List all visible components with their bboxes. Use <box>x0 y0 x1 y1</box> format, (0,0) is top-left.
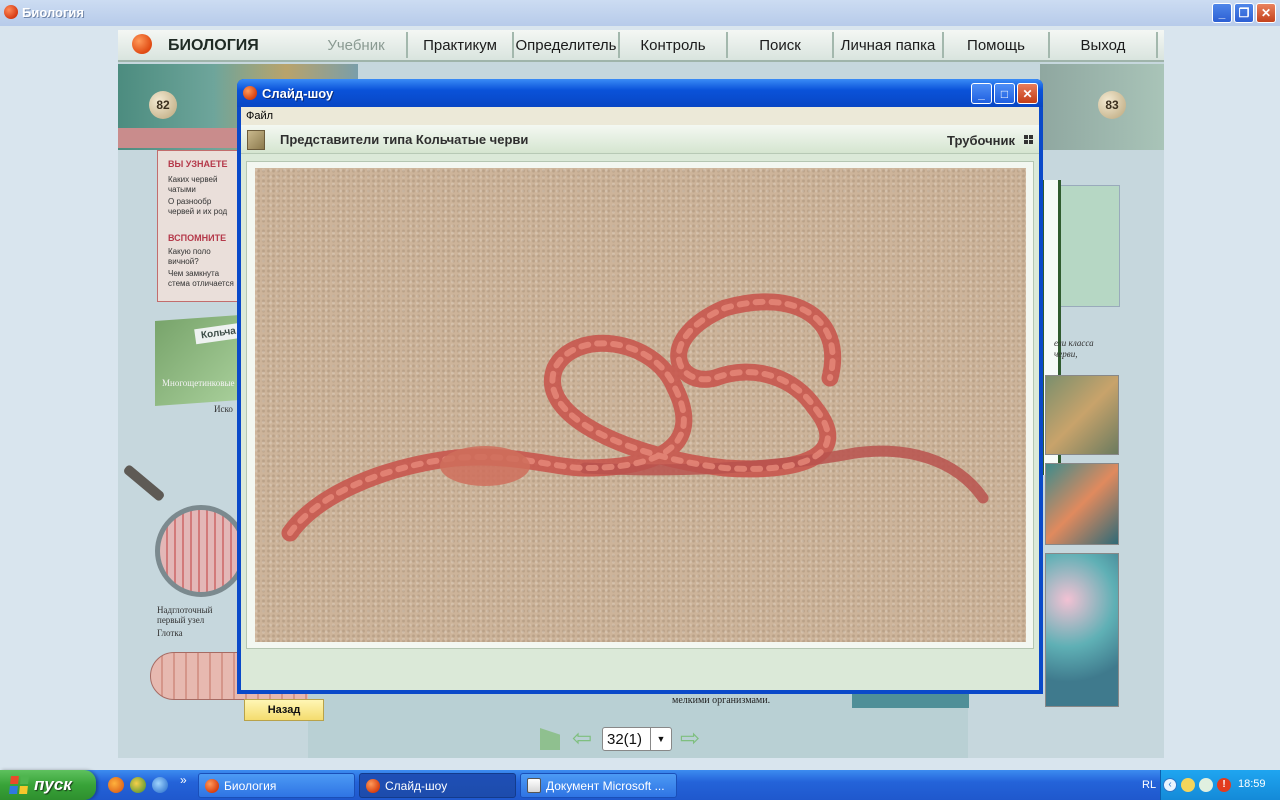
window-title: Биология <box>22 5 84 20</box>
learn-line: Каких червей <box>168 175 218 184</box>
nav-search[interactable]: Поиск <box>728 32 834 58</box>
magnifier-illustration <box>155 505 247 597</box>
taskbar-item-slideshow[interactable]: Слайд-шоу <box>359 773 516 798</box>
right-page-number: 83 <box>1098 91 1126 119</box>
chevron-down-icon[interactable]: ▼ <box>650 728 671 750</box>
taskbar-item-label: Слайд-шоу <box>385 778 448 793</box>
card-small-label: Многощетинковые <box>162 378 235 388</box>
card-small-label: Иско <box>214 404 233 414</box>
volume-icon[interactable] <box>1199 778 1213 792</box>
app-nav-bar: БИОЛОГИЯ Учебник Практикум Определитель … <box>118 30 1164 62</box>
next-page-icon[interactable]: ⇨ <box>680 727 700 751</box>
recall-line: Чем замкнута <box>168 269 220 278</box>
worm-drawing <box>281 293 989 542</box>
nav-control[interactable]: Контроль <box>620 32 728 58</box>
slides-icon <box>247 130 265 150</box>
close-button[interactable]: ✕ <box>1256 3 1276 23</box>
diagram-caption: Глотка <box>157 628 183 638</box>
firefox-icon[interactable] <box>108 777 124 793</box>
close-button[interactable]: ✕ <box>1017 83 1038 104</box>
apple-icon <box>4 5 18 19</box>
tubeworm-photo <box>1045 553 1119 707</box>
apple-icon <box>366 778 380 793</box>
app-brand: БИОЛОГИЯ <box>168 37 259 54</box>
maximize-button[interactable]: □ <box>994 83 1015 104</box>
right-caption-line: ели класса <box>1054 338 1094 348</box>
recall-line: стема отличается <box>168 279 234 288</box>
taskbar-item-biology[interactable]: Биология <box>198 773 355 798</box>
diagram-caption: первый узел <box>157 615 205 625</box>
language-indicator[interactable]: RL <box>1142 779 1156 791</box>
slideshow-window: Слайд-шоу _ □ ✕ Файл Представители типа … <box>237 79 1043 721</box>
page-number-value: 32(1) <box>607 730 643 748</box>
nav-exit[interactable]: Выход <box>1050 32 1158 58</box>
diagram-caption: Надглоточный <box>157 605 213 615</box>
apple-logo-icon <box>132 34 152 54</box>
previous-page-icon[interactable]: ⇦ <box>572 727 592 751</box>
minimize-button[interactable]: _ <box>971 83 992 104</box>
tray-expand-icon[interactable]: ‹ <box>1163 778 1177 792</box>
minimize-button[interactable]: _ <box>1212 3 1232 23</box>
nav-help[interactable]: Помощь <box>944 32 1050 58</box>
taskbar-item-label: Документ Microsoft ... <box>546 778 665 793</box>
left-page-number: 82 <box>149 91 177 119</box>
restore-button[interactable]: ❐ <box>1234 3 1254 23</box>
left-page-strip <box>118 128 248 148</box>
apple-icon <box>205 778 219 793</box>
taskbar-item-label: Биология <box>224 778 277 793</box>
menu-bar: Файл <box>241 107 1039 125</box>
start-button[interactable]: пуск <box>0 770 96 800</box>
worm-photo <box>1045 463 1119 545</box>
apple-icon <box>243 86 257 100</box>
learn-heading: ВЫ УЗНАЕТЕ <box>168 159 228 169</box>
nav-identifier[interactable]: Определитель <box>514 32 620 58</box>
slide-header: Представители типа Кольчатые черви Трубо… <box>241 125 1039 154</box>
right-caption: ели класса черви, <box>1054 338 1094 360</box>
nav-practicum[interactable]: Практикум <box>408 32 514 58</box>
recall-line: вичной? <box>168 257 199 266</box>
taskbar-item-document[interactable]: Документ Microsoft ... <box>520 773 677 798</box>
back-button[interactable]: Назад <box>244 699 324 721</box>
slide-subtitle: Трубочник <box>947 133 1015 148</box>
menu-file[interactable]: Файл <box>246 110 273 122</box>
taskbar: пуск » Биология Слайд-шоу Документ Micro… <box>0 770 1280 800</box>
document-icon <box>527 778 541 793</box>
recall-heading: ВСПОМНИТЕ <box>168 233 227 243</box>
tubifex-worm-image <box>255 168 1026 642</box>
learn-line: червей и их род <box>168 207 228 216</box>
page-text: мелкими организмами. <box>672 695 771 706</box>
browser-icon[interactable] <box>152 777 168 793</box>
page-selector[interactable]: 32(1) ▼ <box>602 727 672 751</box>
warning-icon[interactable]: ! <box>1217 778 1231 792</box>
start-label: пуск <box>34 775 72 794</box>
slide-title: Представители типа Кольчатые черви <box>280 132 529 147</box>
grid-view-icon[interactable] <box>1024 135 1033 144</box>
learn-line: О разнообр <box>168 197 212 206</box>
security-icon[interactable] <box>1181 778 1195 792</box>
nav-personal-folder[interactable]: Личная папка <box>834 32 944 58</box>
main-title-bar[interactable]: Биология _ ❐ ✕ <box>0 0 1280 27</box>
slide-frame <box>246 161 1034 649</box>
clock: 18:59 <box>1238 778 1266 790</box>
windows-logo-icon <box>9 776 29 794</box>
slideshow-body: Представители типа Кольчатые черви Трубо… <box>241 125 1039 721</box>
quicklaunch-more-icon[interactable]: » <box>180 773 187 787</box>
worm-photo <box>1045 375 1119 455</box>
slideshow-title-bar[interactable]: Слайд-шоу _ □ ✕ <box>237 79 1043 107</box>
slideshow-title: Слайд-шоу <box>262 86 334 101</box>
nav-textbook[interactable]: Учебник <box>306 32 408 58</box>
right-caption-line: черви, <box>1054 349 1078 359</box>
media-player-icon[interactable] <box>130 777 146 793</box>
recall-line: Какую поло <box>168 247 211 256</box>
learn-line: чатыми <box>168 185 196 194</box>
